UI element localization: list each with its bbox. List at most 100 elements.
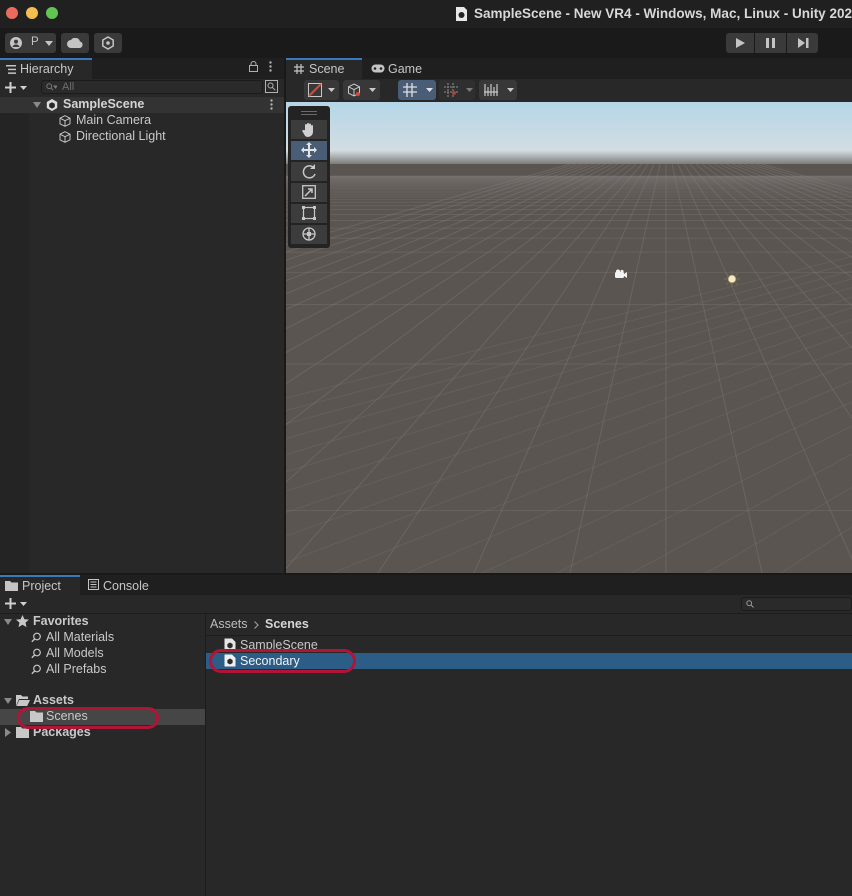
play-button[interactable]	[726, 33, 754, 53]
close-window-button[interactable]	[6, 7, 18, 19]
expand-triangle-icon[interactable]	[4, 619, 12, 625]
hierarchy-scene-row[interactable]: SampleScene	[0, 97, 284, 113]
rotate-tool-button[interactable]	[291, 162, 327, 181]
favorites-row[interactable]: Favorites	[0, 614, 205, 630]
tab-game[interactable]: Game	[364, 58, 434, 79]
tab-project-label: Project	[22, 579, 61, 593]
add-icon[interactable]	[5, 598, 16, 609]
snap-icon	[444, 83, 458, 97]
project-contents: Assets Scenes SampleScene Secondary	[206, 614, 852, 896]
chevron-down-icon	[426, 88, 433, 92]
favorite-item-all-prefabs[interactable]: All Prefabs	[0, 662, 205, 678]
palette-drag-handle[interactable]	[301, 111, 317, 115]
breadcrumb-scenes[interactable]: Scenes	[265, 617, 309, 631]
folder-open-icon	[16, 695, 30, 706]
ruler-snap-dropdown[interactable]	[479, 80, 517, 100]
main-toolbar: P	[0, 28, 852, 58]
render-mode-dropdown[interactable]	[343, 80, 380, 100]
grid-snap-dropdown[interactable]	[398, 80, 436, 100]
more-vertical-icon[interactable]	[270, 99, 273, 110]
star-icon	[16, 615, 29, 628]
favorite-item-all-materials[interactable]: All Materials	[0, 630, 205, 646]
title-bar: SampleScene - New VR4 - Windows, Mac, Li…	[0, 0, 852, 28]
scenes-highlight-annotation	[17, 707, 159, 729]
draw-mode-dropdown[interactable]	[304, 80, 339, 100]
hand-icon	[302, 123, 313, 137]
transform-tool-button[interactable]	[291, 225, 327, 244]
scene-visibility-icon[interactable]	[265, 80, 278, 93]
search-icon	[31, 648, 41, 659]
tab-hierarchy[interactable]: Hierarchy	[0, 58, 92, 79]
expand-triangle-icon[interactable]	[4, 698, 12, 704]
favorites-label: Favorites	[33, 614, 89, 628]
step-button[interactable]	[787, 33, 818, 53]
tab-console-label: Console	[103, 579, 149, 593]
account-label: P	[31, 36, 39, 48]
hierarchy-search-placeholder: All	[62, 81, 75, 93]
hand-tool-button[interactable]	[291, 120, 327, 139]
search-icon	[31, 664, 41, 675]
search-icon	[31, 632, 41, 643]
project-folder-tree: Favorites All Materials All Models All P…	[0, 614, 205, 896]
hierarchy-item-main-camera[interactable]: Main Camera	[0, 113, 284, 129]
chevron-down-icon[interactable]	[20, 602, 27, 606]
secondary-highlight-annotation	[209, 649, 356, 673]
cloud-button[interactable]	[61, 33, 89, 53]
light-gizmo-icon[interactable]	[724, 271, 740, 287]
expand-triangle-icon[interactable]	[5, 728, 11, 737]
more-vertical-icon[interactable]	[269, 61, 272, 72]
tab-scene[interactable]: Scene	[286, 58, 362, 79]
rect-icon	[302, 206, 316, 220]
add-icon[interactable]	[5, 82, 16, 93]
zoom-window-button[interactable]	[46, 7, 58, 19]
gamepad-icon	[371, 64, 385, 73]
chevron-down-icon	[466, 88, 473, 92]
grid-snap-icon	[403, 83, 417, 97]
chevron-down-icon	[45, 41, 53, 46]
hierarchy-item-directional-light[interactable]: Directional Light	[0, 129, 284, 145]
tab-scene-label: Scene	[309, 62, 345, 76]
assets-folder-label: Assets	[33, 693, 74, 707]
search-icon	[46, 83, 57, 91]
tab-game-label: Game	[388, 62, 423, 76]
tab-console[interactable]: Console	[82, 575, 162, 596]
breadcrumb: Assets Scenes	[206, 614, 852, 635]
rotate-icon	[302, 164, 316, 179]
ruler-icon	[484, 84, 498, 96]
expand-triangle-icon[interactable]	[33, 102, 41, 108]
rect-tool-button[interactable]	[291, 204, 327, 223]
collab-button[interactable]	[94, 33, 122, 53]
lock-icon[interactable]	[249, 61, 258, 72]
cube-icon	[59, 131, 71, 143]
tool-palette	[288, 106, 330, 248]
pause-button[interactable]	[755, 33, 786, 53]
pause-icon	[766, 38, 775, 48]
scene-viewport[interactable]	[286, 102, 852, 573]
chevron-down-icon	[507, 88, 514, 92]
move-tool-button[interactable]	[291, 141, 327, 160]
panel-splitter[interactable]	[284, 58, 286, 573]
window-title-text: SampleScene - New VR4 - Windows, Mac, Li…	[474, 6, 852, 21]
minimize-window-button[interactable]	[26, 7, 38, 19]
play-icon	[736, 38, 745, 48]
list-icon	[6, 65, 16, 74]
console-icon	[88, 579, 99, 590]
account-dropdown[interactable]: P	[5, 33, 56, 53]
favorite-item-label: All Prefabs	[46, 662, 107, 676]
hierarchy-gutter	[0, 97, 29, 573]
incremental-snap-dropdown[interactable]	[439, 80, 475, 100]
scale-icon	[302, 185, 316, 199]
breadcrumb-assets[interactable]: Assets	[210, 617, 248, 631]
step-icon	[798, 38, 809, 48]
hash-icon	[294, 64, 304, 74]
favorite-item-all-models[interactable]: All Models	[0, 646, 205, 662]
folder-icon	[5, 581, 18, 591]
hierarchy-scene-name: SampleScene	[63, 97, 145, 111]
scale-tool-button[interactable]	[291, 183, 327, 202]
project-search-input[interactable]	[741, 597, 852, 611]
chevron-down-icon[interactable]	[20, 86, 27, 90]
tab-project[interactable]: Project	[0, 575, 80, 596]
project-tabstrip: Project Console	[0, 575, 852, 596]
hierarchy-search-input[interactable]: All	[41, 80, 263, 94]
tab-hierarchy-label: Hierarchy	[20, 62, 74, 76]
